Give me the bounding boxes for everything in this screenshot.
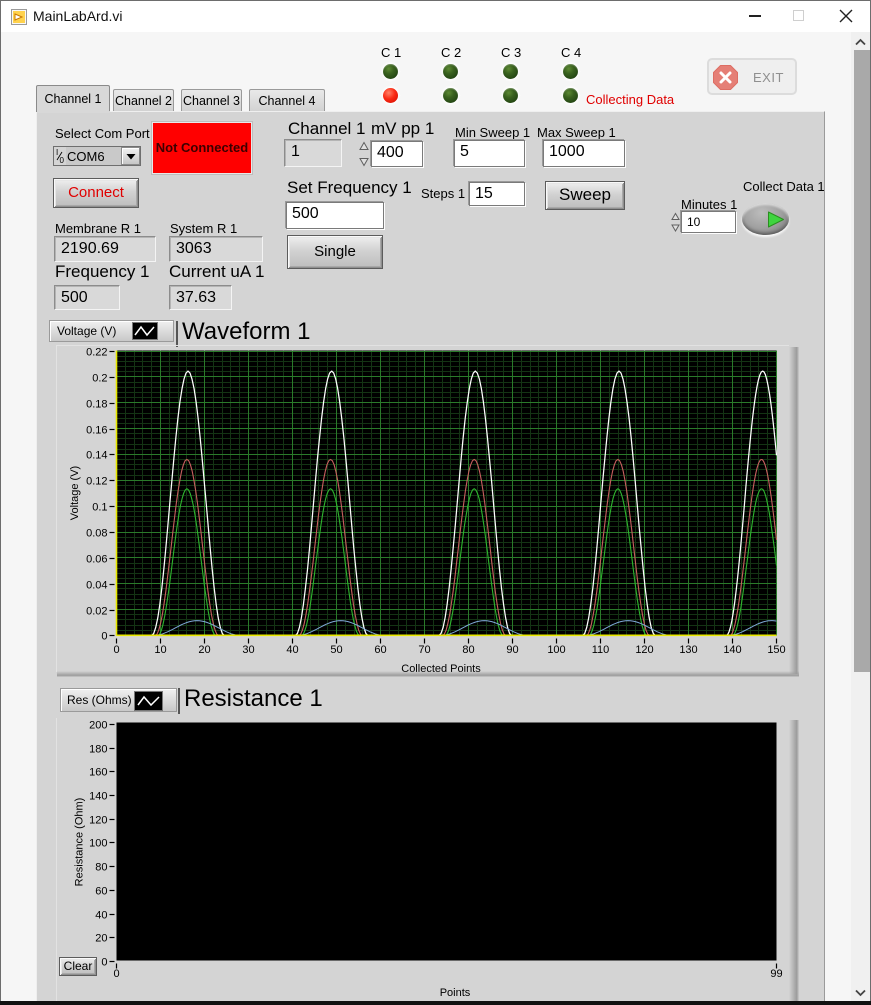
svg-text:0.04: 0.04	[86, 580, 107, 592]
svg-text:0.12: 0.12	[86, 476, 107, 488]
svg-text:0: 0	[113, 968, 119, 980]
svg-text:0: 0	[113, 644, 119, 656]
svg-text:0: 0	[101, 631, 107, 643]
svg-text:Points: Points	[440, 987, 471, 999]
svg-text:0.2: 0.2	[92, 373, 107, 385]
svg-text:30: 30	[242, 644, 254, 656]
svg-text:0.08: 0.08	[86, 528, 107, 540]
svg-text:40: 40	[286, 644, 298, 656]
svg-text:I: I	[56, 148, 58, 157]
svg-text:130: 130	[679, 644, 697, 656]
svg-text:100: 100	[547, 644, 565, 656]
svg-text:120: 120	[89, 815, 107, 827]
svg-text:60: 60	[374, 644, 386, 656]
svg-text:0.06: 0.06	[86, 554, 107, 566]
svg-text:Voltage (V): Voltage (V)	[69, 466, 81, 520]
svg-text:99: 99	[770, 968, 782, 980]
svg-text:0: 0	[101, 957, 107, 969]
svg-text:50: 50	[330, 644, 342, 656]
svg-text:0.14: 0.14	[86, 450, 107, 462]
svg-text:80: 80	[95, 862, 107, 874]
svg-text:140: 140	[89, 791, 107, 803]
svg-text:80: 80	[462, 644, 474, 656]
svg-text:180: 180	[89, 744, 107, 756]
svg-text:90: 90	[506, 644, 518, 656]
svg-text:20: 20	[198, 644, 210, 656]
svg-text:Resistance (Ohm): Resistance (Ohm)	[74, 798, 86, 887]
svg-text:0.16: 0.16	[86, 425, 107, 437]
svg-text:0: 0	[60, 156, 65, 165]
svg-text:40: 40	[95, 910, 107, 922]
svg-text:110: 110	[592, 644, 610, 656]
svg-text:0.22: 0.22	[86, 347, 107, 359]
svg-text:70: 70	[418, 644, 430, 656]
svg-text:150: 150	[767, 644, 785, 656]
svg-text:0.18: 0.18	[86, 399, 107, 411]
svg-text:0.1: 0.1	[92, 502, 107, 514]
svg-text:120: 120	[635, 644, 653, 656]
svg-text:140: 140	[723, 644, 741, 656]
svg-text:0.02: 0.02	[86, 606, 107, 618]
svg-text:200: 200	[89, 720, 107, 732]
svg-text:60: 60	[95, 886, 107, 898]
svg-text:160: 160	[89, 767, 107, 779]
svg-text:100: 100	[89, 838, 107, 850]
svg-text:10: 10	[154, 644, 166, 656]
svg-text:20: 20	[95, 933, 107, 945]
